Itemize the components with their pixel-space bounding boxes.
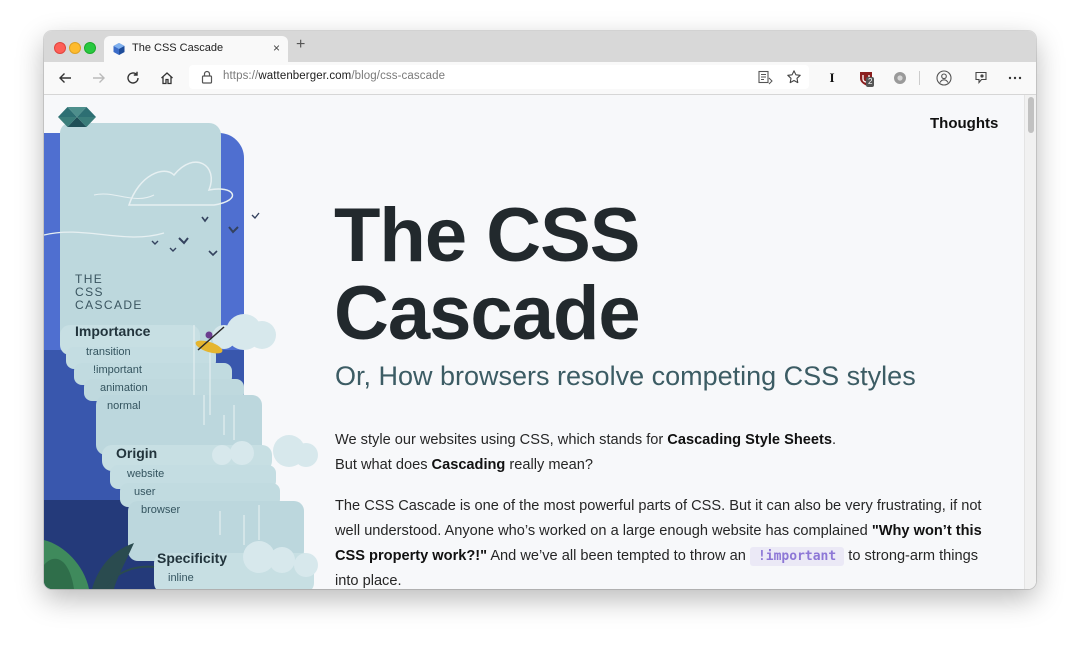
new-tab-button[interactable]: +: [296, 36, 305, 54]
page-subtitle: Or, How browsers resolve competing CSS s…: [335, 361, 916, 391]
specificity-heading: Specificity: [157, 550, 228, 566]
home-icon[interactable]: [159, 70, 175, 86]
intro-text: .: [831, 432, 837, 448]
browser-toolbar: https://wattenberger.com/blog/css-cascad…: [44, 62, 1036, 95]
refresh-icon[interactable]: [125, 70, 141, 86]
page-title-line2: Cascade: [334, 271, 641, 356]
origin-item: browser: [141, 504, 181, 516]
origin-item: user: [134, 486, 156, 498]
profile-i-icon[interactable]: I: [824, 70, 840, 86]
close-window-button[interactable]: [54, 42, 66, 54]
minimize-window-button[interactable]: [69, 42, 81, 54]
intro-text: And we’ve all been tempted to throw an: [487, 548, 750, 564]
page-title-line1: The CSS: [334, 193, 640, 278]
more-menu-icon[interactable]: [1007, 70, 1023, 86]
cascade-artwork: [44, 107, 318, 589]
back-icon[interactable]: [57, 70, 73, 86]
important-code: !important: [749, 547, 845, 566]
profile-i-label: I: [829, 70, 835, 85]
maximize-window-button[interactable]: [84, 42, 96, 54]
intro-text: We style our websites using CSS, which s…: [335, 432, 668, 448]
intro-paragraph-1: We style our websites using CSS, which s…: [335, 428, 995, 478]
importance-item: transition: [86, 346, 131, 358]
tab-css-cascade[interactable]: The CSS Cascade ×: [104, 36, 288, 62]
scrollbar-thumb[interactable]: [1028, 97, 1034, 133]
site-favicon-icon: [113, 43, 125, 55]
illustration-title: THE CSS CASCADE: [75, 273, 143, 312]
browser-window: The CSS Cascade × + https://wattenberger…: [44, 31, 1036, 589]
extension-globe-icon[interactable]: [892, 70, 908, 86]
address-bar[interactable]: https://wattenberger.com/blog/css-cascad…: [189, 65, 809, 89]
page-title: The CSS Cascade: [334, 193, 641, 356]
reader-view-icon[interactable]: [757, 69, 773, 85]
importance-item: animation: [100, 382, 148, 394]
origin-heading: Origin: [116, 445, 158, 461]
intro-text: really mean?: [505, 457, 593, 473]
intro-text: But what does: [335, 457, 432, 473]
extension-badge: 2: [866, 77, 875, 87]
illustration-title-line: CASCADE: [75, 298, 143, 312]
toolbar-divider: [919, 71, 920, 85]
specificity-item: inline: [168, 572, 194, 584]
importance-item: !important: [93, 364, 142, 376]
page-scrollbar[interactable]: [1024, 95, 1036, 589]
tab-strip: The CSS Cascade × +: [44, 31, 1036, 62]
cascade-illustration: THE CSS CASCADE Importance transition !i…: [44, 95, 334, 589]
tab-title: The CSS Cascade: [132, 42, 224, 54]
tab-close-icon[interactable]: ×: [273, 41, 280, 55]
intro-paragraph-2: The CSS Cascade is one of the most power…: [335, 494, 995, 589]
importance-heading: Importance: [75, 323, 151, 339]
url-text: https://wattenberger.com/blog/css-cascad…: [223, 70, 446, 82]
nav-thoughts-link[interactable]: Thoughts: [930, 115, 998, 132]
intro-bold: Cascading: [431, 457, 506, 473]
importance-item: normal: [107, 400, 141, 412]
page-viewport: THE CSS CASCADE Importance transition !i…: [44, 95, 1036, 589]
account-icon[interactable]: [936, 70, 952, 86]
origin-item: website: [127, 468, 165, 480]
favorite-star-icon[interactable]: [786, 69, 802, 85]
feedback-icon[interactable]: [973, 70, 989, 86]
forward-icon[interactable]: [91, 70, 107, 86]
lock-icon[interactable]: [199, 69, 215, 85]
intro-bold: Cascading Style Sheets: [667, 432, 832, 448]
